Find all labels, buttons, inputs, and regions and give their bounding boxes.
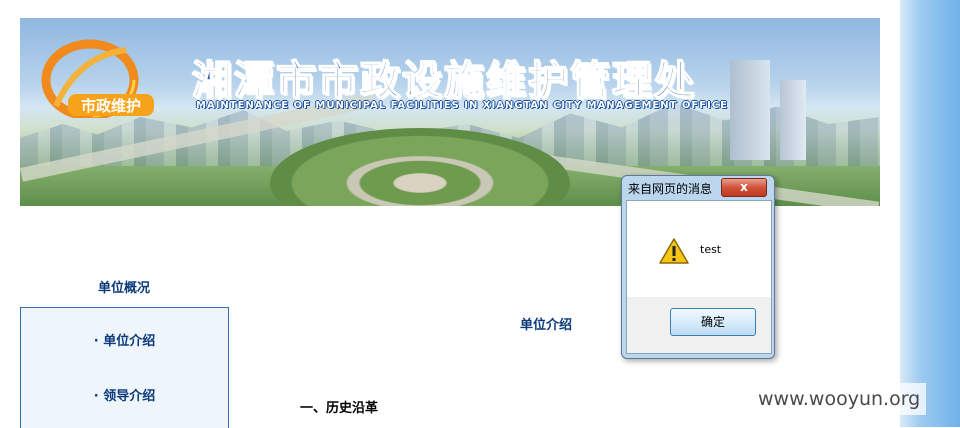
- sidebar-header: 单位概况: [97, 281, 150, 296]
- dialog-body: test: [626, 200, 772, 298]
- watermark: www.wooyun.org: [752, 383, 927, 415]
- dialog-message: test: [700, 243, 722, 256]
- site-title: 湘潭市市政设施维护管理处: [191, 57, 696, 105]
- page-title: 单位介绍: [520, 318, 573, 333]
- sidebar-item-leadership[interactable]: · 领导介绍: [21, 385, 228, 404]
- logo-text: 市政维护: [81, 97, 141, 115]
- site-subtitle: MAINTENANCE OF MUNICIPAL FACILITIES IN X…: [196, 100, 728, 111]
- dialog-title: 来自网页的消息: [628, 182, 713, 196]
- sidebar-nav: · 单位介绍 · 领导介绍: [20, 307, 229, 428]
- right-background-strip: [900, 0, 960, 427]
- site-logo: 市政维护: [41, 39, 154, 118]
- ok-button[interactable]: 确定: [670, 308, 756, 336]
- alert-dialog: 来自网页的消息 x test 确定: [621, 175, 775, 359]
- dialog-close-button[interactable]: x: [721, 178, 767, 197]
- section-heading: 一、历史沿革: [300, 401, 379, 416]
- warning-icon: [659, 238, 689, 264]
- tower-graphic: [730, 60, 770, 160]
- sidebar-item-unit-intro[interactable]: · 单位介绍: [21, 330, 228, 349]
- close-icon: x: [740, 180, 748, 194]
- tower-graphic-2: [780, 80, 806, 160]
